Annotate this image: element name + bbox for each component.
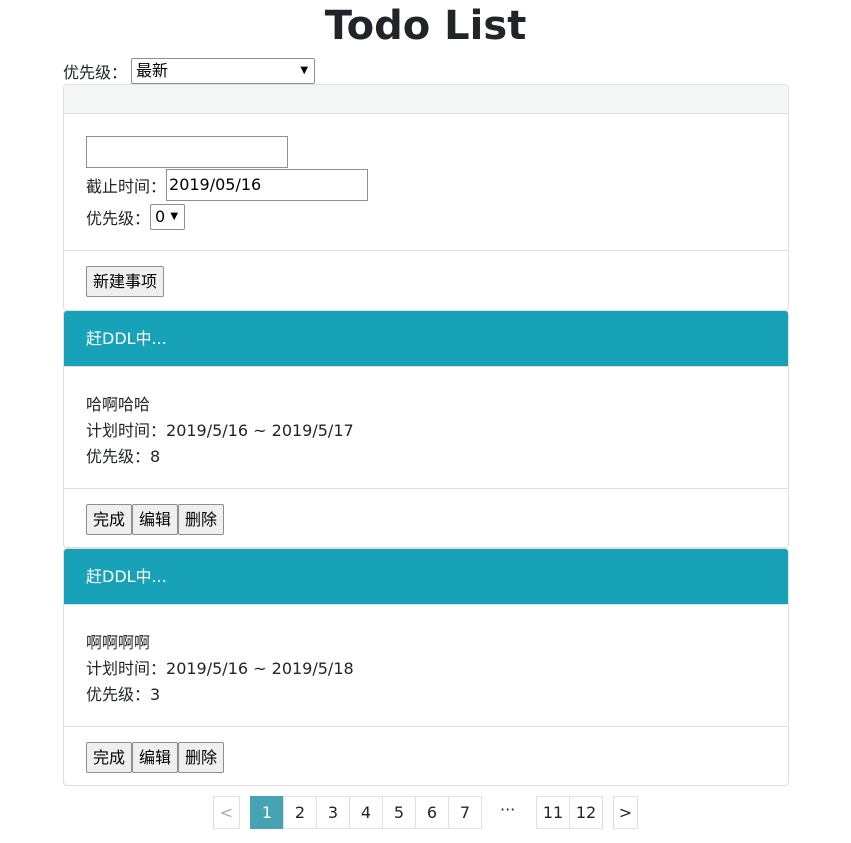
complete-button[interactable]: 完成 bbox=[86, 741, 133, 773]
task-card: 赶DDL中... 啊啊啊啊 计划时间：2019/5/16 ~ 2019/5/18… bbox=[63, 548, 789, 786]
deadline-input[interactable]: 2019/05/16 bbox=[166, 169, 369, 201]
page-button-4[interactable]: 4 bbox=[349, 796, 383, 829]
deadline-label: 截止时间： bbox=[86, 177, 167, 196]
page-button-1[interactable]: 1 bbox=[250, 796, 284, 829]
delete-button[interactable]: 删除 bbox=[178, 741, 225, 773]
task-name: 啊啊啊啊 bbox=[86, 633, 151, 652]
task-priority-label: 优先级： bbox=[86, 447, 151, 466]
new-priority-label: 优先级： bbox=[86, 209, 151, 228]
task-details: 哈啊哈哈 计划时间：2019/5/16 ~ 2019/5/17 优先级：8 bbox=[64, 367, 788, 488]
task-time-label: 计划时间： bbox=[86, 659, 167, 678]
new-priority-value: 0 bbox=[155, 207, 166, 226]
task-priority-value: 8 bbox=[150, 447, 161, 466]
complete-button[interactable]: 完成 bbox=[86, 503, 133, 535]
next-page-button[interactable]: > bbox=[613, 796, 638, 829]
page-button-11[interactable]: 11 bbox=[536, 796, 570, 829]
new-task-card: 截止时间： 2019/05/16 优先级： 0 ▼ 新建事项 bbox=[63, 84, 789, 311]
task-actions: 完成 编辑 删除 bbox=[64, 488, 788, 547]
new-priority-select[interactable]: 0 ▼ bbox=[150, 204, 186, 230]
priority-filter-select[interactable]: 最新 ▼ bbox=[131, 58, 316, 84]
page-button-6[interactable]: 6 bbox=[415, 796, 449, 829]
prev-page-button[interactable]: < bbox=[213, 796, 240, 829]
page-button-5[interactable]: 5 bbox=[382, 796, 416, 829]
task-actions: 完成 编辑 删除 bbox=[64, 726, 788, 785]
priority-filter-label: 优先级： bbox=[63, 63, 128, 82]
priority-filter-value: 最新 bbox=[136, 61, 169, 80]
task-name: 哈啊哈哈 bbox=[86, 395, 151, 414]
priority-filter: 优先级： 最新 ▼ bbox=[63, 58, 316, 84]
pagination-ellipsis: ··· bbox=[500, 800, 516, 819]
task-details: 啊啊啊啊 计划时间：2019/5/16 ~ 2019/5/18 优先级：3 bbox=[64, 605, 788, 726]
edit-button[interactable]: 编辑 bbox=[132, 741, 179, 773]
page-title: Todo List bbox=[324, 3, 527, 49]
task-title-input[interactable] bbox=[86, 136, 288, 168]
task-time-range: 2019/5/16 ~ 2019/5/18 bbox=[166, 659, 354, 678]
dropdown-arrow-icon: ▼ bbox=[300, 65, 309, 76]
task-priority-value: 3 bbox=[150, 685, 161, 704]
task-time-label: 计划时间： bbox=[86, 421, 167, 440]
task-card: 赶DDL中... 哈啊哈哈 计划时间：2019/5/16 ~ 2019/5/17… bbox=[63, 310, 789, 548]
page-button-3[interactable]: 3 bbox=[316, 796, 350, 829]
task-status: 赶DDL中... bbox=[64, 549, 788, 605]
task-time: 计划时间：2019/5/16 ~ 2019/5/18 bbox=[86, 656, 788, 682]
task-time-range: 2019/5/16 ~ 2019/5/17 bbox=[166, 421, 354, 440]
page-button-12[interactable]: 12 bbox=[569, 796, 603, 829]
task-status: 赶DDL中... bbox=[64, 311, 788, 367]
page-button-7[interactable]: 7 bbox=[448, 796, 482, 829]
page-button-2[interactable]: 2 bbox=[283, 796, 317, 829]
task-priority-label: 优先级： bbox=[86, 685, 151, 704]
new-task-footer: 新建事项 bbox=[64, 250, 788, 310]
edit-button[interactable]: 编辑 bbox=[132, 503, 179, 535]
new-task-card-header bbox=[64, 85, 788, 114]
task-time: 计划时间：2019/5/16 ~ 2019/5/17 bbox=[86, 418, 788, 444]
task-priority: 优先级：3 bbox=[86, 682, 788, 708]
dropdown-arrow-icon: ▼ bbox=[170, 211, 179, 222]
new-task-form: 截止时间： 2019/05/16 优先级： 0 ▼ bbox=[64, 114, 788, 250]
delete-button[interactable]: 删除 bbox=[178, 503, 225, 535]
task-priority: 优先级：8 bbox=[86, 444, 788, 470]
create-task-button[interactable]: 新建事项 bbox=[86, 266, 165, 297]
